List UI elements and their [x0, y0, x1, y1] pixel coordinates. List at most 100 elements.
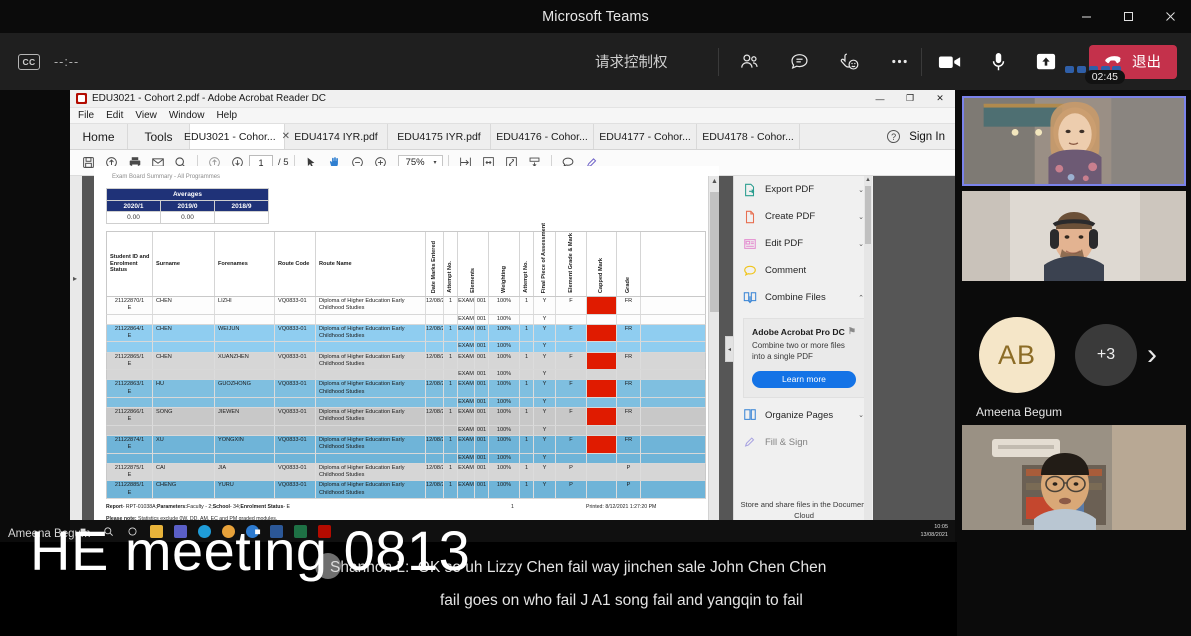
tab-tools[interactable]: Tools [128, 124, 190, 149]
acrobat-restore-button[interactable]: ❐ [895, 90, 925, 108]
people-icon[interactable] [735, 48, 763, 76]
maximize-button[interactable] [1107, 0, 1149, 33]
table-cell: 1 [444, 380, 458, 397]
tab-document-edu3021[interactable]: EDU3021 - Cohor... ✕ [184, 124, 290, 149]
pdf-navigation-strip[interactable]: ▸ [70, 176, 82, 542]
table-row[interactable]: 21122874/1 E XU YONGXIN VQ0833-01 Diploma of … [106, 435, 706, 454]
table-cell: 001 [475, 297, 489, 314]
table-row[interactable]: 21122866/1 E SONG JIEWEN VQ0833-01 Diploma of… [106, 408, 706, 426]
more-options-icon[interactable] [885, 48, 913, 76]
tool-edit-pdf[interactable]: Edit PDF ⌄ [734, 230, 873, 257]
table-row[interactable]: 21122875/1 E CAI JIA VQ0833-01 Diploma of Hig… [106, 463, 706, 482]
scrollbar-thumb[interactable] [710, 192, 719, 312]
table-cell [444, 370, 458, 380]
table-cell [444, 342, 458, 352]
learn-more-button[interactable]: Learn more [752, 370, 856, 388]
tab-document-edu4178[interactable]: EDU4178 - Cohor... [697, 124, 800, 149]
table-cell: P [556, 481, 587, 498]
table-cell [587, 370, 617, 380]
table-row[interactable]: 21122865/1 E CHEN XUANZHEN VQ0833-01 Diploma … [106, 352, 706, 371]
closed-captions-icon[interactable]: CC [18, 53, 40, 70]
table-cell: EXAM [458, 481, 475, 498]
table-cell: JIA [215, 463, 275, 481]
video-tile-participant-2[interactable] [962, 191, 1186, 281]
video-tile-participant-3[interactable] [962, 425, 1186, 530]
table-cell [153, 314, 215, 324]
table-cell [520, 397, 534, 408]
tab-document-edu4175[interactable]: EDU4175 IYR.pdf [388, 124, 491, 149]
share-screen-icon[interactable] [1031, 49, 1061, 75]
menu-file[interactable]: File [78, 110, 94, 121]
shared-screen-area[interactable]: EDU3021 - Cohort 2.pdf - Adobe Acrobat R… [70, 90, 955, 556]
acrobat-window-title: EDU3021 - Cohort 2.pdf - Adobe Acrobat R… [92, 93, 327, 104]
pdf-page-canvas[interactable]: Exam Board Summary - All Programmes Aver… [94, 166, 719, 556]
col-elements: Elements [458, 232, 489, 296]
table-cell [520, 453, 534, 463]
close-button[interactable] [1149, 0, 1191, 33]
table-cell: F [556, 324, 587, 342]
create-pdf-icon [743, 210, 757, 224]
table-cell: EXAM [458, 342, 475, 352]
table-row[interactable]: EXAM 001 100% Y [106, 314, 706, 325]
tool-label: Comment [765, 265, 807, 276]
table-cell: 21122866/1 E [107, 408, 153, 425]
menu-help[interactable]: Help [216, 110, 237, 121]
table-row[interactable]: 21122864/1 E CHEN WEIJUN VQ0833-01 Diploma of… [106, 324, 706, 343]
tool-fill-and-sign[interactable]: Fill & Sign [734, 429, 873, 456]
chevron-right-icon[interactable]: › [1147, 338, 1157, 372]
table-row[interactable]: 21122885/1 E CHENG YURU VQ0833-01 Diploma of … [106, 481, 706, 499]
expand-panel-icon[interactable]: ▸ [73, 274, 77, 283]
table-cell [587, 397, 617, 408]
tool-export-pdf[interactable]: Export PDF ⌄ [734, 176, 873, 203]
avatar[interactable]: AB [979, 317, 1055, 393]
taskbar-clock[interactable]: 10:05 13/08/2021 [920, 523, 948, 540]
rail-scrollbar-thumb[interactable] [865, 186, 871, 244]
tools-pane-scrollbar[interactable]: ▲ ▼ [864, 176, 872, 542]
pdf-vertical-scrollbar[interactable]: ▲ ▼ [708, 176, 719, 542]
acrobat-close-button[interactable]: ✕ [925, 90, 955, 108]
table-cell: P [556, 463, 587, 481]
microphone-icon[interactable] [983, 49, 1013, 75]
table-row[interactable]: EXAM 001 100% Y [106, 342, 706, 353]
table-cell: 12/08/21 [426, 324, 444, 342]
tab-document-edu4176[interactable]: EDU4176 - Cohor... [491, 124, 594, 149]
table-row[interactable]: EXAM 001 100% Y [106, 453, 706, 464]
toolbar-icon-group [735, 48, 913, 76]
close-icon[interactable]: ✕ [282, 131, 290, 142]
table-cell: F [556, 352, 587, 370]
scroll-up-icon[interactable]: ▲ [711, 178, 718, 185]
overflow-participants-badge[interactable]: +3 [1075, 324, 1137, 386]
table-row[interactable]: EXAM 001 100% Y [106, 397, 706, 409]
table-cell: EXAM [458, 324, 475, 342]
tab-document-edu4174[interactable]: EDU4174 IYR.pdf [285, 124, 388, 149]
table-cell [153, 370, 215, 380]
recording-timer: --:-- [54, 54, 80, 69]
tool-create-pdf[interactable]: Create PDF ⌄ [734, 203, 873, 230]
chat-icon[interactable] [785, 48, 813, 76]
minimize-button[interactable] [1065, 0, 1107, 33]
acrobat-minimize-button[interactable]: — [865, 90, 895, 108]
table-row[interactable]: EXAM 001 100% Y [106, 425, 706, 436]
menu-edit[interactable]: Edit [106, 110, 123, 121]
camera-icon[interactable] [935, 49, 965, 75]
table-cell [520, 370, 534, 380]
table-row[interactable]: 21122863/1 E HU GUOZHONG VQ0833-01 Diploma of… [106, 380, 706, 398]
video-tile-active-speaker[interactable] [962, 96, 1186, 186]
menu-window[interactable]: Window [169, 110, 205, 121]
table-row[interactable]: EXAM 001 100% Y [106, 370, 706, 381]
tool-comment[interactable]: Comment [734, 257, 873, 284]
rail-scroll-up-icon[interactable]: ▲ [865, 177, 871, 183]
tab-home[interactable]: Home [70, 124, 128, 149]
sign-in-button[interactable]: Sign In [909, 131, 945, 143]
table-cell: 100% [489, 425, 520, 435]
request-control-button[interactable]: 请求控制权 [595, 51, 668, 72]
tool-organize-pages[interactable]: Organize Pages ⌄ [734, 402, 873, 429]
help-icon[interactable]: ? [887, 130, 901, 143]
tool-combine-files[interactable]: Combine Files ⌃ [734, 284, 873, 311]
table-cell: VQ0833-01 [275, 435, 316, 453]
menu-view[interactable]: View [135, 110, 157, 121]
tab-document-edu4177[interactable]: EDU4177 - Cohor... [594, 124, 697, 149]
reactions-icon[interactable] [835, 48, 863, 76]
footer-page-number: 1 [511, 504, 514, 510]
table-row[interactable]: 21122870/1 E CHEN LIZHI VQ0833-01 Diploma of … [106, 297, 706, 315]
